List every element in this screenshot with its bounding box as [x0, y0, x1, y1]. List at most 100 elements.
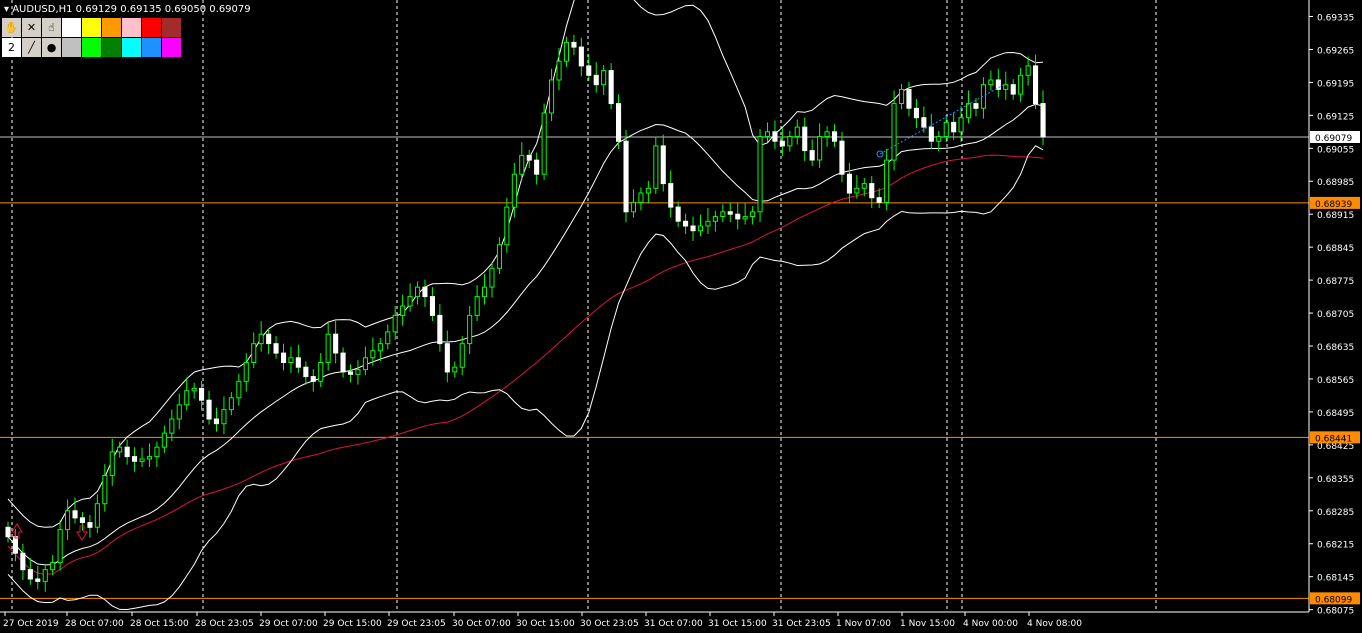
bull-candle-body: [191, 387, 197, 392]
bull-candle-body: [392, 314, 398, 333]
bull-candle-body: [50, 562, 56, 571]
color-swatch-a0[interactable]: [62, 18, 81, 37]
bull-candle-body: [377, 343, 383, 352]
bull-candle-body: [563, 41, 570, 62]
bear-candle-body: [623, 140, 629, 213]
bear-candle-body: [876, 197, 882, 203]
bull-candle-body: [400, 305, 406, 316]
color-swatch-b1[interactable]: [82, 38, 101, 57]
bear-candle-body: [906, 88, 912, 109]
dot-tool-icon[interactable]: ●: [42, 38, 61, 57]
bull-candle-body: [556, 60, 562, 81]
candle: [757, 128, 763, 223]
bull-candle-body: [117, 446, 123, 453]
dropdown-arrow-icon[interactable]: ▾: [4, 4, 9, 15]
bear-candle-body: [928, 126, 934, 142]
bull-candle-body: [504, 206, 510, 246]
color-swatch-a1[interactable]: [82, 18, 101, 37]
price-tick-label: 0.69195: [1317, 79, 1354, 89]
bull-candle-body: [146, 456, 152, 460]
bear-candle-body: [973, 103, 979, 109]
color-swatch-a2[interactable]: [102, 18, 121, 37]
time-tick-label: 31 Oct 23:05: [772, 619, 831, 629]
color-swatch-a5[interactable]: [162, 18, 181, 37]
bear-candle-body: [571, 41, 577, 48]
bull-candle-body: [1003, 84, 1009, 90]
bear-candle-body: [869, 183, 875, 199]
bear-candle-body: [444, 343, 450, 373]
bull-candle-body: [511, 173, 517, 208]
bull-candle-body: [243, 362, 249, 382]
price-tick-label: 0.68845: [1317, 244, 1354, 254]
bull-candle-body: [601, 70, 607, 86]
delete-icon[interactable]: ✕: [22, 18, 41, 37]
bull-candle-body: [638, 192, 644, 203]
color-swatch-b3[interactable]: [122, 38, 141, 57]
bull-candle-body: [1018, 74, 1024, 95]
time-tick-label: 27 Oct 2019: [3, 619, 59, 629]
bear-candle-body: [266, 333, 272, 345]
current-price-label: 0.69079: [1315, 134, 1352, 144]
line-width-button[interactable]: 2: [2, 38, 21, 57]
bull-candle-body: [251, 343, 257, 364]
bull-candle-body: [549, 79, 555, 114]
bull-candle-body: [891, 103, 897, 161]
bear-candle-body: [995, 79, 1001, 90]
bull-candle-body: [57, 529, 63, 564]
bull-candle-body: [705, 220, 711, 227]
bull-candle-body: [764, 131, 771, 138]
bear-candle-body: [340, 352, 346, 373]
bull-candle-body: [452, 366, 458, 373]
bull-candle-body: [482, 286, 488, 298]
bear-candle-body: [809, 150, 815, 161]
time-tick-label: 4 Nov 00:00: [963, 619, 1018, 629]
bull-candle-body: [541, 112, 547, 175]
line-tool-icon[interactable]: ╱: [22, 38, 41, 57]
bear-candle-body: [437, 314, 443, 345]
bull-candle-body: [42, 569, 48, 582]
price-tick-label: 0.68075: [1317, 607, 1354, 617]
bull-candle-body: [750, 211, 756, 218]
bear-candle-body: [578, 46, 584, 67]
hand-tool-icon[interactable]: ✋: [2, 18, 21, 37]
bear-candle-body: [5, 526, 11, 538]
price-tick-label: 0.68915: [1317, 211, 1354, 221]
color-swatch-b5[interactable]: [162, 38, 181, 57]
level-price-label: 0.68939: [1315, 200, 1352, 210]
bear-candle-body: [683, 220, 689, 227]
bull-candle-body: [899, 88, 905, 105]
color-swatch-a3[interactable]: [122, 18, 141, 37]
color-swatch-b0[interactable]: [62, 38, 81, 57]
bear-candle-body: [846, 173, 853, 194]
color-swatch-b4[interactable]: [142, 38, 161, 57]
bull-candle-body: [712, 216, 718, 222]
level-price-label: 0.68441: [1315, 434, 1352, 444]
price-tick-label: 0.68635: [1317, 343, 1354, 353]
bear-candle-body: [921, 117, 927, 128]
color-swatch-a4[interactable]: [142, 18, 161, 37]
bull-candle-body: [459, 343, 465, 368]
bull-candle-body: [757, 136, 763, 213]
bear-candle-body: [779, 140, 785, 147]
bull-candle-body: [884, 159, 890, 204]
price-chart[interactable]: 0.69335 0.69265 0.69195 0.69125 0.69055 0.689…: [0, 0, 1362, 633]
bull-candle-body: [169, 418, 175, 434]
bull-candle-body: [161, 432, 167, 448]
toolbar-row-2: 2 ╱ ●: [2, 38, 184, 57]
pointer-icon[interactable]: ☝: [42, 18, 61, 37]
bear-candle-body: [35, 578, 41, 582]
bull-candle-body: [94, 503, 100, 528]
bull-candle-body: [742, 216, 748, 220]
bull-candle-body: [496, 244, 502, 269]
color-swatch-b2[interactable]: [102, 38, 121, 57]
price-tick-label: 0.68285: [1317, 508, 1354, 518]
bear-candle-body: [586, 65, 592, 76]
bull-candle-body: [362, 357, 368, 371]
bear-candle-body: [273, 343, 279, 354]
bull-candle-body: [817, 136, 823, 161]
bear-candle-body: [802, 126, 808, 152]
bull-candle-body: [154, 446, 160, 458]
bull-candle-body: [958, 117, 964, 133]
bull-candle-body: [936, 136, 942, 142]
bear-candle-body: [20, 552, 26, 571]
